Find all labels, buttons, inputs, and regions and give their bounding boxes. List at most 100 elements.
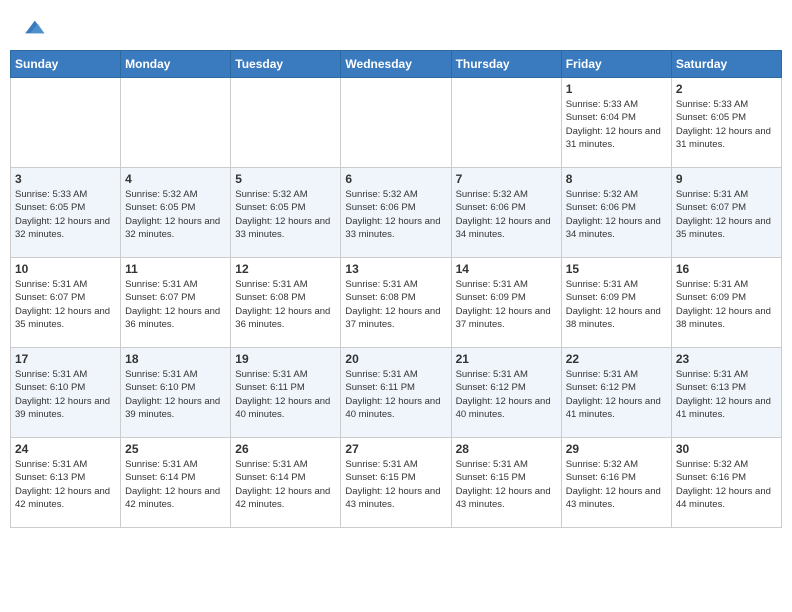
- weekday-header-monday: Monday: [121, 51, 231, 78]
- calendar-cell: 15Sunrise: 5:31 AMSunset: 6:09 PMDayligh…: [561, 258, 671, 348]
- calendar-cell: 21 Sunrise: 5:31 AMSunset: 6:12 PMDayligh…: [451, 348, 561, 438]
- day-info: Sunrise: 5:32 AMSunset: 6:16 PMDaylight:…: [566, 458, 667, 511]
- calendar-cell: 29 Sunrise: 5:32 AMSunset: 6:16 PMDayligh…: [561, 438, 671, 528]
- day-info: Sunrise: 5:31 AMSunset: 6:09 PMDaylight:…: [456, 278, 557, 331]
- day-number: 21: [456, 352, 557, 366]
- day-info: Sunrise: 5:31 AMSunset: 6:12 PMDaylight:…: [456, 368, 557, 421]
- calendar-cell: 26 Sunrise: 5:31 AMSunset: 6:14 PMDayligh…: [231, 438, 341, 528]
- day-info: Sunrise: 5:32 AMSunset: 6:06 PMDaylight:…: [456, 188, 557, 241]
- calendar-week-4: 17 Sunrise: 5:31 AMSunset: 6:10 PMDayligh…: [11, 348, 782, 438]
- day-number: 20: [345, 352, 446, 366]
- day-number: 8: [566, 172, 667, 186]
- calendar-cell: [231, 78, 341, 168]
- weekday-header-friday: Friday: [561, 51, 671, 78]
- weekday-header-tuesday: Tuesday: [231, 51, 341, 78]
- day-info: Sunrise: 5:31 AMSunset: 6:10 PMDaylight:…: [125, 368, 226, 421]
- day-number: 4: [125, 172, 226, 186]
- calendar-cell: [11, 78, 121, 168]
- day-info: Sunrise: 5:31 AMSunset: 6:07 PMDaylight:…: [125, 278, 226, 331]
- calendar-cell: 2Sunrise: 5:33 AMSunset: 6:05 PMDaylight…: [671, 78, 781, 168]
- calendar-cell: [451, 78, 561, 168]
- calendar-cell: 10Sunrise: 5:31 AMSunset: 6:07 PMDayligh…: [11, 258, 121, 348]
- calendar-cell: 18 Sunrise: 5:31 AMSunset: 6:10 PMDayligh…: [121, 348, 231, 438]
- day-number: 25: [125, 442, 226, 456]
- calendar-cell: 17 Sunrise: 5:31 AMSunset: 6:10 PMDayligh…: [11, 348, 121, 438]
- calendar-cell: 27 Sunrise: 5:31 AMSunset: 6:15 PMDayligh…: [341, 438, 451, 528]
- day-info: Sunrise: 5:31 AMSunset: 6:09 PMDaylight:…: [676, 278, 777, 331]
- calendar-cell: 13 Sunrise: 5:31 AMSunset: 6:08 PMDayligh…: [341, 258, 451, 348]
- day-number: 22: [566, 352, 667, 366]
- day-info: Sunrise: 5:31 AMSunset: 6:08 PMDaylight:…: [235, 278, 336, 331]
- day-number: 18: [125, 352, 226, 366]
- day-number: 12: [235, 262, 336, 276]
- day-number: 14: [456, 262, 557, 276]
- calendar-cell: 11Sunrise: 5:31 AMSunset: 6:07 PMDayligh…: [121, 258, 231, 348]
- calendar-cell: 24Sunrise: 5:31 AMSunset: 6:13 PMDayligh…: [11, 438, 121, 528]
- day-number: 3: [15, 172, 116, 186]
- calendar-cell: 3 Sunrise: 5:33 AMSunset: 6:05 PMDaylight…: [11, 168, 121, 258]
- calendar-table: SundayMondayTuesdayWednesdayThursdayFrid…: [10, 50, 782, 528]
- day-number: 19: [235, 352, 336, 366]
- calendar-cell: 5 Sunrise: 5:32 AMSunset: 6:05 PMDaylight…: [231, 168, 341, 258]
- day-info: Sunrise: 5:31 AMSunset: 6:15 PMDaylight:…: [456, 458, 557, 511]
- day-info: Sunrise: 5:33 AMSunset: 6:05 PMDaylight:…: [15, 188, 116, 241]
- calendar-cell: 4 Sunrise: 5:32 AMSunset: 6:05 PMDaylight…: [121, 168, 231, 258]
- calendar-week-1: 1 Sunrise: 5:33 AMSunset: 6:04 PMDaylight…: [11, 78, 782, 168]
- calendar-week-5: 24Sunrise: 5:31 AMSunset: 6:13 PMDayligh…: [11, 438, 782, 528]
- calendar-cell: 12 Sunrise: 5:31 AMSunset: 6:08 PMDayligh…: [231, 258, 341, 348]
- day-info: Sunrise: 5:31 AMSunset: 6:10 PMDaylight:…: [15, 368, 116, 421]
- day-number: 30: [676, 442, 777, 456]
- calendar-cell: 19Sunrise: 5:31 AMSunset: 6:11 PMDayligh…: [231, 348, 341, 438]
- weekday-header-wednesday: Wednesday: [341, 51, 451, 78]
- day-number: 27: [345, 442, 446, 456]
- day-info: Sunrise: 5:31 AMSunset: 6:15 PMDaylight:…: [345, 458, 446, 511]
- day-info: Sunrise: 5:32 AMSunset: 6:05 PMDaylight:…: [235, 188, 336, 241]
- weekday-header-saturday: Saturday: [671, 51, 781, 78]
- day-number: 29: [566, 442, 667, 456]
- day-number: 16: [676, 262, 777, 276]
- logo: [20, 15, 46, 35]
- day-number: 13: [345, 262, 446, 276]
- calendar-week-2: 3 Sunrise: 5:33 AMSunset: 6:05 PMDaylight…: [11, 168, 782, 258]
- calendar-cell: 25 Sunrise: 5:31 AMSunset: 6:14 PMDayligh…: [121, 438, 231, 528]
- logo-icon: [22, 15, 46, 39]
- day-info: Sunrise: 5:31 AMSunset: 6:12 PMDaylight:…: [566, 368, 667, 421]
- day-info: Sunrise: 5:31 AMSunset: 6:07 PMDaylight:…: [676, 188, 777, 241]
- weekday-header-sunday: Sunday: [11, 51, 121, 78]
- day-info: Sunrise: 5:31 AMSunset: 6:11 PMDaylight:…: [345, 368, 446, 421]
- day-info: Sunrise: 5:31 AMSunset: 6:14 PMDaylight:…: [125, 458, 226, 511]
- calendar-cell: 14 Sunrise: 5:31 AMSunset: 6:09 PMDayligh…: [451, 258, 561, 348]
- day-number: 24: [15, 442, 116, 456]
- day-number: 26: [235, 442, 336, 456]
- day-number: 2: [676, 82, 777, 96]
- calendar-week-3: 10Sunrise: 5:31 AMSunset: 6:07 PMDayligh…: [11, 258, 782, 348]
- day-number: 23: [676, 352, 777, 366]
- day-number: 1: [566, 82, 667, 96]
- calendar-cell: [121, 78, 231, 168]
- calendar-cell: 20 Sunrise: 5:31 AMSunset: 6:11 PMDayligh…: [341, 348, 451, 438]
- day-info: Sunrise: 5:31 AMSunset: 6:14 PMDaylight:…: [235, 458, 336, 511]
- day-number: 9: [676, 172, 777, 186]
- weekday-header-thursday: Thursday: [451, 51, 561, 78]
- day-info: Sunrise: 5:31 AMSunset: 6:09 PMDaylight:…: [566, 278, 667, 331]
- day-info: Sunrise: 5:33 AMSunset: 6:04 PMDaylight:…: [566, 98, 667, 151]
- calendar-header-row: SundayMondayTuesdayWednesdayThursdayFrid…: [11, 51, 782, 78]
- day-info: Sunrise: 5:32 AMSunset: 6:16 PMDaylight:…: [676, 458, 777, 511]
- calendar-cell: 9 Sunrise: 5:31 AMSunset: 6:07 PMDaylight…: [671, 168, 781, 258]
- calendar-cell: 7 Sunrise: 5:32 AMSunset: 6:06 PMDaylight…: [451, 168, 561, 258]
- calendar-cell: 22 Sunrise: 5:31 AMSunset: 6:12 PMDayligh…: [561, 348, 671, 438]
- calendar-cell: [341, 78, 451, 168]
- day-number: 7: [456, 172, 557, 186]
- day-number: 17: [15, 352, 116, 366]
- day-number: 28: [456, 442, 557, 456]
- day-number: 6: [345, 172, 446, 186]
- calendar-cell: 16 Sunrise: 5:31 AMSunset: 6:09 PMDayligh…: [671, 258, 781, 348]
- day-info: Sunrise: 5:32 AMSunset: 6:05 PMDaylight:…: [125, 188, 226, 241]
- calendar-cell: 6Sunrise: 5:32 AMSunset: 6:06 PMDaylight…: [341, 168, 451, 258]
- day-number: 5: [235, 172, 336, 186]
- day-info: Sunrise: 5:31 AMSunset: 6:13 PMDaylight:…: [676, 368, 777, 421]
- calendar-cell: 28 Sunrise: 5:31 AMSunset: 6:15 PMDayligh…: [451, 438, 561, 528]
- calendar-cell: 1 Sunrise: 5:33 AMSunset: 6:04 PMDaylight…: [561, 78, 671, 168]
- day-info: Sunrise: 5:31 AMSunset: 6:08 PMDaylight:…: [345, 278, 446, 331]
- calendar-cell: 30 Sunrise: 5:32 AMSunset: 6:16 PMDayligh…: [671, 438, 781, 528]
